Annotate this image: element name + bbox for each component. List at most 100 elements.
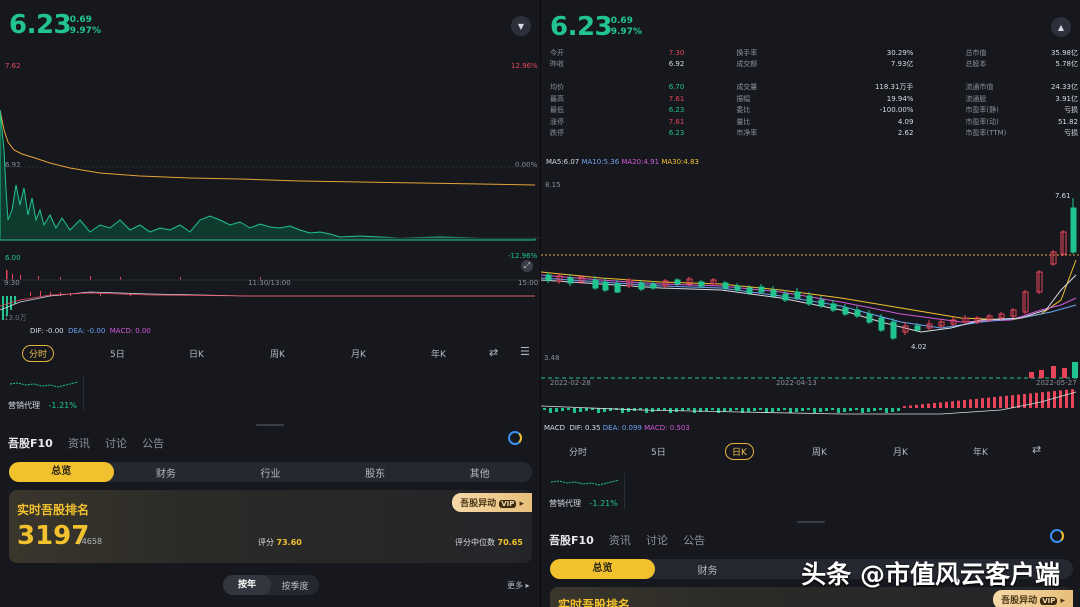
drag-handle[interactable] <box>797 521 825 523</box>
tab-f10[interactable]: 吾股F10 <box>549 534 594 547</box>
price-change-block: -0.69 -9.97% <box>607 16 642 38</box>
indicator-settings-icon[interactable]: ⇄ <box>489 346 498 359</box>
candle-body <box>830 303 837 311</box>
tab-minute[interactable]: 分时 <box>22 345 55 362</box>
tab-daily[interactable]: 日K <box>725 443 754 460</box>
candle-body <box>674 279 681 285</box>
stat-value: 6.92 <box>668 60 685 69</box>
tab-yearly[interactable]: 年K <box>431 347 446 360</box>
chevron-down-icon[interactable]: ▼ <box>511 16 531 36</box>
anomaly-badge[interactable]: 吾股异动 VIP ▸ <box>452 493 532 512</box>
seg-shareholder[interactable]: 股东 <box>323 465 428 480</box>
candle-body <box>794 291 801 299</box>
drag-handle[interactable] <box>256 424 284 426</box>
macd-dea: DEA: -0.00 <box>68 327 106 335</box>
macd-bar <box>963 400 966 408</box>
tab-5day[interactable]: 5日 <box>110 347 125 360</box>
stat-value: 5.78亿 <box>1055 60 1078 69</box>
stat-label <box>965 70 1027 82</box>
macd-bar <box>837 408 840 413</box>
candle-body <box>567 277 574 284</box>
time-start: 9:30 <box>4 279 20 287</box>
vip-tag: VIP <box>499 500 517 508</box>
seg-overview[interactable]: 总览 <box>550 559 655 579</box>
chevron-up-icon[interactable]: ▲ <box>1051 17 1071 37</box>
tab-notice[interactable]: 公告 <box>683 534 705 547</box>
stats-row: 昨收 6.92 成交额 7.93亿 总股本 5.78亿 <box>550 59 1078 71</box>
tab-yearly[interactable]: 年K <box>973 445 988 458</box>
tab-news[interactable]: 资讯 <box>68 437 90 450</box>
tab-weekly[interactable]: 周K <box>270 347 285 360</box>
stat-value <box>1027 70 1078 82</box>
tab-5day[interactable]: 5日 <box>651 445 666 458</box>
tab-discuss[interactable]: 讨论 <box>105 437 127 450</box>
tab-weekly[interactable]: 周K <box>812 445 827 458</box>
tab-minute[interactable]: 分时 <box>569 445 587 458</box>
indicator-settings-icon[interactable]: ⇄ <box>1032 443 1041 456</box>
macd-bar <box>1071 389 1074 408</box>
macd-bar <box>573 408 576 413</box>
refresh-icon[interactable] <box>1050 529 1064 543</box>
sector-name: 营销代理 <box>8 401 40 410</box>
stat-value: 亏损 <box>1064 129 1078 138</box>
tab-news[interactable]: 资讯 <box>609 534 631 547</box>
macd-bar <box>675 408 678 412</box>
macd-bar <box>561 408 564 411</box>
price-change-block: -0.69 -9.97% <box>66 15 101 37</box>
anomaly-badge[interactable]: 吾股异动 VIP ▸ <box>993 590 1073 607</box>
macd-bar <box>927 403 930 408</box>
stat-label: 换手率 <box>736 48 758 57</box>
seg-finance[interactable]: 财务 <box>114 465 219 480</box>
macd-bar <box>987 397 990 408</box>
macd-bar <box>921 404 924 408</box>
stats-table: 今开 7.30 换手率 30.29% 总市值 35.98亿 昨收 6.92 成交额 7.93亿 总股… <box>550 47 1078 139</box>
macd-bar <box>621 408 624 413</box>
menu-icon[interactable]: ☰ <box>520 345 530 358</box>
tab-notice[interactable]: 公告 <box>142 437 164 450</box>
toggle-quarterly[interactable]: 按季度 <box>271 579 319 592</box>
more-link[interactable]: 更多 ▸ <box>507 580 530 591</box>
rank-card-title: 实时吾股排名 <box>17 503 90 517</box>
candle-body <box>734 285 741 291</box>
macd-bar <box>801 408 804 411</box>
macd-bar <box>543 408 546 410</box>
macd-bar <box>855 408 858 410</box>
sector-card[interactable]: 营销代理 -1.21% <box>549 473 625 509</box>
tab-discuss[interactable]: 讨论 <box>646 534 668 547</box>
stat-value <box>610 70 736 82</box>
stats-grid: 今开 7.30 换手率 30.29% 总市值 35.98亿 昨收 6.92 成交额 7.93亿 总股… <box>550 47 1078 139</box>
price-change-pct: -9.97% <box>66 26 101 36</box>
candle-body <box>914 325 921 331</box>
macd-bar <box>759 408 762 410</box>
macd-bar <box>975 398 978 408</box>
rank-total: /4658 <box>79 537 103 546</box>
candle-body <box>758 286 765 293</box>
stat-label: 总股本 <box>965 60 987 69</box>
rank-card[interactable]: 实时吾股排名 吾股异动 VIP ▸ 3197 /4658 评分 73.60 评分中… <box>9 490 532 563</box>
seg-other[interactable]: 其他 <box>427 465 532 480</box>
seg-industry[interactable]: 行业 <box>218 465 323 480</box>
macd-legend: DIF: -0.00 DEA: -0.00 MACD: 0.00 <box>30 327 151 335</box>
candle-body <box>1070 207 1077 253</box>
macd-value: MACD: 0.503 <box>644 424 690 432</box>
tab-daily[interactable]: 日K <box>189 347 204 360</box>
macd-bar <box>747 408 750 412</box>
ma30-line <box>541 259 1077 321</box>
stat-label <box>550 70 610 82</box>
macd-bar <box>777 408 780 411</box>
tab-monthly[interactable]: 月K <box>893 445 908 458</box>
seg-overview[interactable]: 总览 <box>9 462 114 482</box>
seg-finance[interactable]: 财务 <box>655 562 760 577</box>
tab-f10[interactable]: 吾股F10 <box>8 437 53 450</box>
watermark: 头条 @市值风云客户端 <box>801 560 1060 589</box>
tab-monthly[interactable]: 月K <box>351 347 366 360</box>
ma5-label: MA5:6.07 <box>546 158 580 166</box>
refresh-icon[interactable] <box>508 431 522 445</box>
stat-label: 跌停 <box>550 129 564 138</box>
stat-label: 成交量 <box>736 83 758 92</box>
sector-card[interactable]: 营销代理 -1.21% <box>8 375 84 411</box>
ma20-label: MA20:4.91 <box>621 158 660 166</box>
macd-bar <box>705 408 708 411</box>
candle-body <box>602 281 609 291</box>
toggle-yearly[interactable]: 按年 <box>223 575 271 595</box>
